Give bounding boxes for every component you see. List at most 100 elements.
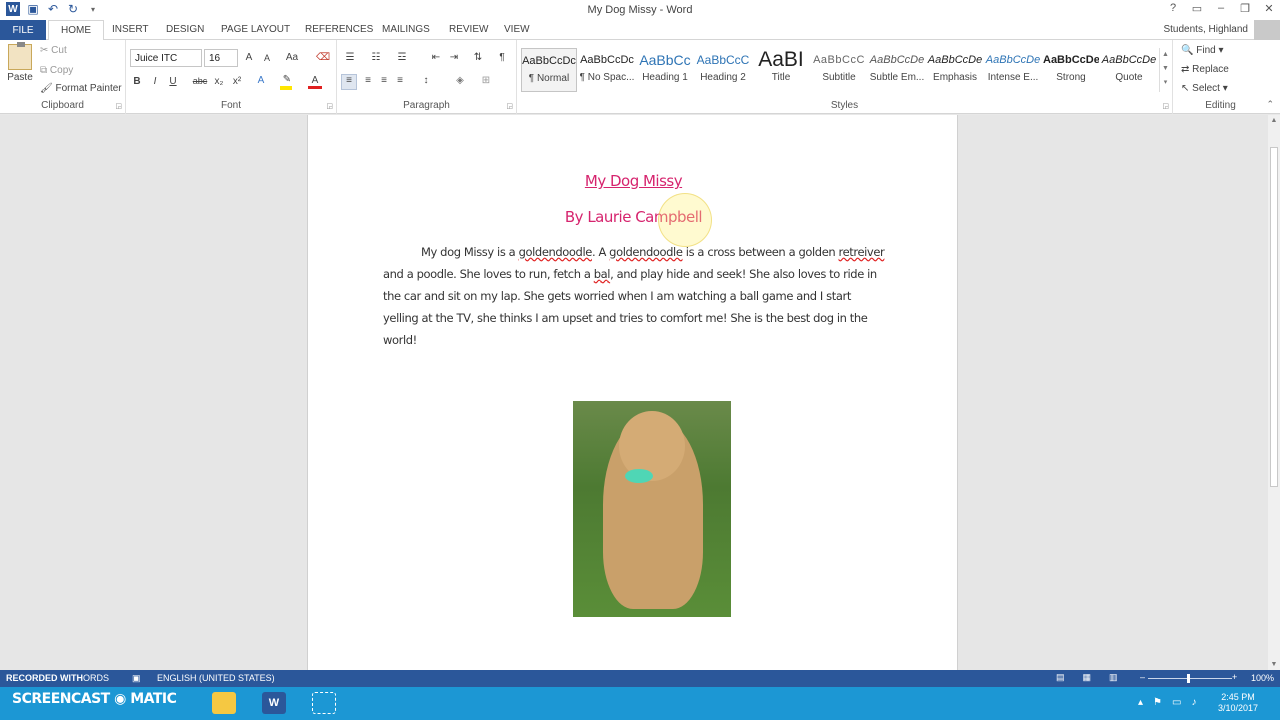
document-byline[interactable]: By Laurie Campbell	[308, 208, 959, 226]
multilevel-list-icon[interactable]: ☲	[395, 52, 409, 63]
cut-button[interactable]: ✂ Cut	[40, 45, 67, 56]
format-painter-button[interactable]: 🖌 Format Painter	[40, 83, 122, 94]
superscript-button[interactable]: x²	[230, 76, 244, 87]
document-page[interactable]: My Dog Missy By Laurie Campbell My dog M…	[307, 115, 958, 670]
strikethrough-button[interactable]: abc	[190, 76, 210, 86]
style-title[interactable]: AaBI Title	[753, 48, 809, 92]
snipping-tool-icon[interactable]	[312, 692, 336, 714]
font-group: Juice ITC 16 A A Aa ⌫ B I U abc x₂ x² A …	[126, 40, 337, 114]
sort-icon[interactable]: ⇅	[471, 52, 485, 63]
scroll-down-icon[interactable]: ▼	[1268, 661, 1280, 668]
style-heading-1[interactable]: AaBbCc Heading 1	[637, 48, 693, 92]
zoom-slider-knob[interactable]	[1187, 674, 1190, 683]
document-body[interactable]: My dog Missy is a goldendoodle. A golden…	[383, 241, 888, 351]
close-icon[interactable]: ✕	[1262, 2, 1276, 15]
paste-button[interactable]: Paste	[6, 42, 34, 83]
highlighter-icon[interactable]: ✎	[280, 74, 294, 85]
volume-icon[interactable]: ♪	[1191, 697, 1196, 708]
bullets-icon[interactable]: ☰	[343, 52, 357, 63]
collapse-ribbon-icon[interactable]: ⌃	[1266, 99, 1274, 110]
tab-file[interactable]: FILE	[0, 20, 46, 40]
clipboard-launcher-icon[interactable]: ◲	[115, 102, 122, 110]
bold-button[interactable]: B	[130, 76, 144, 87]
style-no-spacing[interactable]: AaBbCcDc ¶ No Spac...	[579, 48, 635, 92]
borders-icon[interactable]: ⊞	[479, 75, 493, 86]
tab-page-layout[interactable]: PAGE LAYOUT	[221, 24, 290, 35]
style-quote[interactable]: AaBbCcDe Quote	[1101, 48, 1157, 92]
zoom-level[interactable]: 100%	[1251, 673, 1274, 683]
word-taskbar-icon[interactable]: W	[262, 692, 286, 714]
font-name-box[interactable]: Juice ITC	[130, 49, 202, 67]
document-title[interactable]: My Dog Missy	[308, 172, 959, 190]
underline-button[interactable]: U	[166, 76, 180, 87]
vertical-scrollbar[interactable]: ▲ ▼	[1268, 115, 1280, 670]
zoom-in-icon[interactable]: +	[1232, 672, 1237, 682]
font-launcher-icon[interactable]: ◲	[326, 102, 333, 110]
show-marks-icon[interactable]: ¶	[495, 52, 509, 63]
tab-home[interactable]: HOME	[48, 20, 104, 41]
align-left-icon[interactable]: ≡	[341, 74, 357, 90]
replace-button[interactable]: ⇄ Replace	[1181, 64, 1229, 75]
font-size-box[interactable]: 16	[204, 49, 238, 67]
decrease-indent-icon[interactable]: ⇤	[429, 52, 443, 63]
styles-launcher-icon[interactable]: ◲	[1162, 102, 1169, 110]
style-strong[interactable]: AaBbCcDe Strong	[1043, 48, 1099, 92]
center-icon[interactable]: ≡	[361, 75, 375, 86]
italic-button[interactable]: I	[148, 76, 162, 87]
style-emphasis[interactable]: AaBbCcDe Emphasis	[927, 48, 983, 92]
shading-icon[interactable]: ◈	[453, 75, 467, 86]
minimize-icon[interactable]: –	[1214, 2, 1228, 15]
highlight-color-icon[interactable]	[280, 86, 292, 90]
styles-scroll-icon[interactable]: ▲ ▼ ▾	[1159, 48, 1171, 92]
help-icon[interactable]: ?	[1166, 2, 1180, 15]
align-right-icon[interactable]: ≡	[377, 75, 391, 86]
change-case-button[interactable]: Aa	[282, 52, 302, 63]
shrink-font-button[interactable]: A	[260, 53, 274, 63]
subscript-button[interactable]: x₂	[212, 76, 226, 87]
flag-icon[interactable]: ⚑	[1153, 697, 1162, 708]
style-subtle-emphasis[interactable]: AaBbCcDe Subtle Em...	[869, 48, 925, 92]
paragraph-launcher-icon[interactable]: ◲	[506, 102, 513, 110]
text-effects-icon[interactable]: A	[254, 75, 268, 86]
style-intense-emphasis[interactable]: AaBbCcDe Intense E...	[985, 48, 1041, 92]
tab-references[interactable]: REFERENCES	[305, 24, 373, 35]
clock[interactable]: 2:45 PM 3/10/2017	[1218, 692, 1258, 714]
tab-insert[interactable]: INSERT	[112, 24, 149, 35]
file-explorer-icon[interactable]	[212, 692, 236, 714]
zoom-out-icon[interactable]: –	[1140, 672, 1145, 682]
style-subtitle[interactable]: AaBbCcC Subtitle	[811, 48, 867, 92]
tray-expand-icon[interactable]: ▴	[1138, 697, 1143, 708]
tab-mailings[interactable]: MAILINGS	[382, 24, 430, 35]
tab-review[interactable]: REVIEW	[449, 24, 488, 35]
style-heading-2[interactable]: AaBbCcC Heading 2	[695, 48, 751, 92]
select-button[interactable]: ↖ Select ▾	[1181, 83, 1228, 94]
font-color-icon[interactable]: A	[308, 75, 322, 89]
copy-button[interactable]: ⧉ Copy	[40, 65, 73, 76]
justify-icon[interactable]: ≡	[393, 75, 407, 86]
grow-font-button[interactable]: A	[242, 52, 256, 63]
scroll-up-icon[interactable]: ▲	[1268, 117, 1280, 124]
read-mode-icon[interactable]: ▤	[1056, 672, 1065, 683]
tab-design[interactable]: DESIGN	[166, 24, 204, 35]
clear-formatting-icon[interactable]: ⌫	[316, 52, 330, 63]
numbering-icon[interactable]: ☷	[369, 52, 383, 63]
tab-view[interactable]: VIEW	[504, 24, 530, 35]
user-name[interactable]: Students, Highland	[1163, 24, 1248, 35]
replace-icon: ⇄	[1181, 64, 1190, 75]
status-language[interactable]: ENGLISH (UNITED STATES)	[157, 673, 275, 683]
scrollbar-thumb[interactable]	[1270, 147, 1278, 487]
zoom-slider[interactable]	[1148, 678, 1232, 679]
web-layout-icon[interactable]: ▥	[1109, 672, 1118, 683]
avatar[interactable]	[1254, 20, 1280, 40]
proofing-icon[interactable]: ▣	[132, 673, 141, 684]
find-button[interactable]: 🔍 Find ▾	[1181, 45, 1224, 56]
style-normal[interactable]: AaBbCcDc ¶ Normal	[521, 48, 577, 92]
increase-indent-icon[interactable]: ⇥	[447, 52, 461, 63]
dog-photo[interactable]	[573, 401, 731, 617]
print-layout-icon[interactable]: ▦	[1083, 672, 1092, 683]
paragraph-label: Paragraph	[403, 100, 450, 111]
ribbon-display-icon[interactable]: ▭	[1190, 2, 1204, 15]
network-icon[interactable]: ▭	[1172, 697, 1181, 708]
restore-icon[interactable]: ❐	[1238, 2, 1252, 15]
line-spacing-icon[interactable]: ↕	[419, 75, 433, 86]
